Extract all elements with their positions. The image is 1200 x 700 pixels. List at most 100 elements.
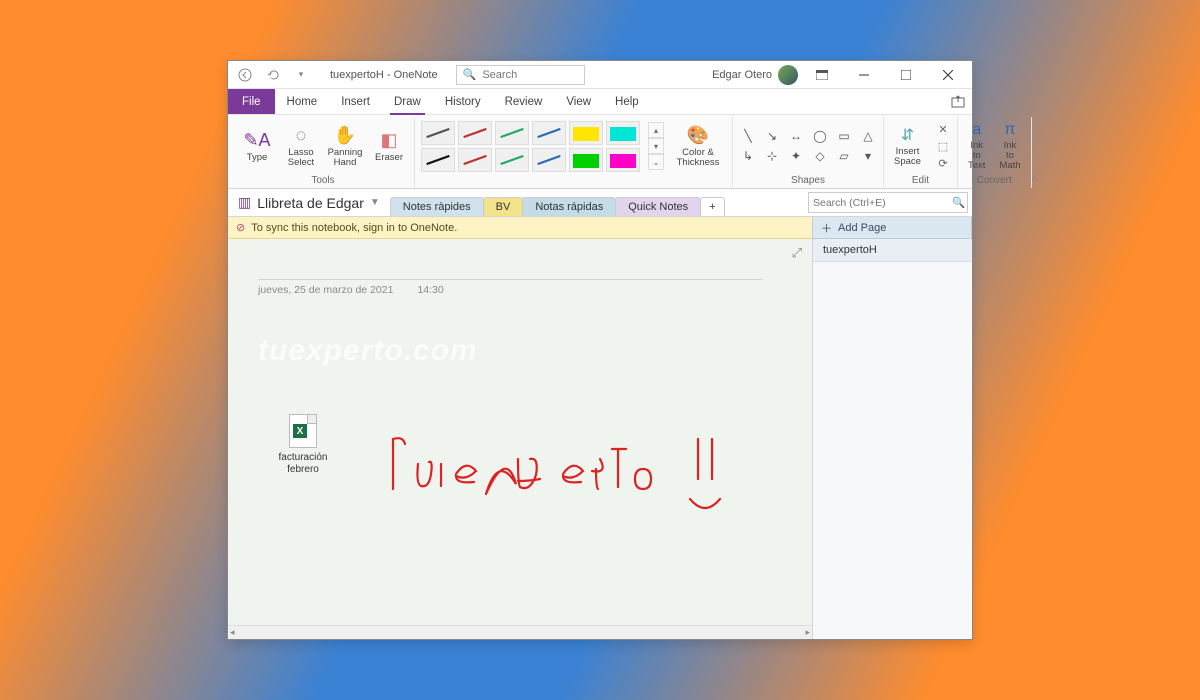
notebook-picker[interactable]: ▥ Llibreta de Edgar ▼: [228, 189, 390, 216]
ink-to-text-icon: a: [972, 121, 981, 139]
group-edit: ⇵ Insert Space ✕ ⬚ ⟳ Edit: [884, 117, 958, 188]
page-date: jueves, 25 de marzo de 2021: [258, 284, 393, 296]
note-canvas[interactable]: ⤢ jueves, 25 de marzo de 2021 14:30 tuex…: [228, 239, 812, 639]
title-search-box[interactable]: 🔍: [456, 65, 585, 85]
delete-button[interactable]: ✕: [935, 123, 951, 136]
section-tab-1[interactable]: BV: [483, 197, 524, 216]
ribbon-display-options[interactable]: [804, 61, 840, 89]
tab-insert[interactable]: Insert: [329, 89, 382, 114]
hand-icon: ✋: [334, 124, 356, 146]
fullscreen-icon[interactable]: ⤢: [792, 245, 802, 261]
watermark-text: tuexperto.com: [258, 334, 478, 368]
arrange-button[interactable]: ⬚: [935, 140, 951, 153]
group-shapes-label: Shapes: [791, 175, 825, 188]
page-time: 14:30: [417, 284, 443, 296]
shape-diamond[interactable]: ◇: [811, 148, 829, 164]
plus-icon: ＋: [821, 220, 832, 236]
rotate-button[interactable]: ⟳: [935, 157, 951, 170]
pen-black[interactable]: [421, 148, 455, 172]
pen-red[interactable]: [458, 121, 492, 145]
section-tab-0[interactable]: Notes ràpides: [390, 197, 484, 216]
share-button[interactable]: [944, 89, 972, 114]
pen-green[interactable]: [495, 121, 529, 145]
shape-line[interactable]: ╲: [739, 128, 757, 144]
excel-file-icon: [289, 414, 317, 448]
tab-home[interactable]: Home: [275, 89, 330, 114]
info-row: ⊘ To sync this notebook, sign in to OneN…: [228, 217, 972, 239]
tab-history[interactable]: History: [433, 89, 493, 114]
gallery-expand-icon: ⌄: [648, 154, 664, 170]
horizontal-scrollbar[interactable]: ◂ ▸: [228, 625, 812, 639]
shape-arrow[interactable]: ↘: [763, 128, 781, 144]
add-page-button[interactable]: ＋ Add Page: [812, 217, 972, 239]
onenote-window: ▾ tuexpertoH - OneNote 🔍 Edgar Otero Fil…: [227, 60, 973, 640]
ink-to-math-button[interactable]: π Ink to Math: [995, 121, 1024, 171]
file-attachment[interactable]: facturación febrero: [268, 414, 338, 475]
tab-review[interactable]: Review: [493, 89, 555, 114]
undo-icon: [266, 68, 280, 82]
eraser-button[interactable]: ◧ Eraser: [370, 127, 408, 165]
shape-axes-xy[interactable]: ↳: [739, 148, 757, 164]
highlighter-cyan[interactable]: [606, 121, 640, 145]
handwritten-ink: [378, 409, 798, 529]
shape-axes-2d[interactable]: ⊹: [763, 148, 781, 164]
share-icon: [951, 95, 965, 109]
section-tab-3[interactable]: Quick Notes: [615, 197, 701, 216]
page-list-item[interactable]: tuexpertoH: [813, 239, 972, 262]
close-icon: [943, 70, 953, 80]
section-tab-2[interactable]: Notas rápidas: [522, 197, 616, 216]
minimize-button[interactable]: [846, 61, 882, 89]
group-shapes: ╲ ↘ ↔ ◯ ▭ △ ↳ ⊹ ✦ ◇ ▱ ▾ Shapes: [733, 117, 884, 188]
title-search-input[interactable]: [482, 69, 578, 81]
highlighter-green[interactable]: [569, 148, 603, 172]
type-button[interactable]: ✎A Type: [238, 127, 276, 165]
shapes-gallery: ╲ ↘ ↔ ◯ ▭ △ ↳ ⊹ ✦ ◇ ▱ ▾: [739, 128, 877, 164]
pen-gallery: .pen-swatch::before{background:var(--c)}: [421, 121, 640, 172]
shape-triangle[interactable]: △: [859, 128, 877, 144]
lasso-select-button[interactable]: ◌ Lasso Select: [282, 122, 320, 170]
sync-info-bar[interactable]: ⊘ To sync this notebook, sign in to OneN…: [228, 217, 812, 239]
pages-panel: tuexpertoH: [812, 239, 972, 639]
search-icon: 🔍: [463, 68, 477, 81]
insert-space-button[interactable]: ⇵ Insert Space: [890, 125, 925, 167]
search-icon: 🔍: [952, 196, 965, 209]
tab-view[interactable]: View: [554, 89, 603, 114]
highlighter-yellow[interactable]: [569, 121, 603, 145]
tab-draw[interactable]: Draw: [382, 89, 433, 114]
pages-search-box[interactable]: 🔍: [808, 192, 968, 213]
title-bar: ▾ tuexpertoH - OneNote 🔍 Edgar Otero: [228, 61, 972, 89]
account-control[interactable]: Edgar Otero: [712, 65, 798, 85]
pen-gallery-more[interactable]: ▴ ▾ ⌄: [648, 122, 664, 170]
close-button[interactable]: [930, 61, 966, 89]
pen-blue-thick[interactable]: [532, 148, 566, 172]
notebook-name: Llibreta de Edgar: [257, 195, 364, 211]
tab-help[interactable]: Help: [603, 89, 651, 114]
pages-search-input[interactable]: [813, 197, 948, 209]
maximize-button[interactable]: [888, 61, 924, 89]
ink-to-text-button[interactable]: a Ink to Text: [964, 121, 989, 171]
collapse-ribbon-button[interactable]: ˄: [1032, 117, 1038, 188]
gallery-up-icon: ▴: [648, 122, 664, 138]
shape-axes-3d[interactable]: ✦: [787, 148, 805, 164]
tab-file[interactable]: File: [228, 89, 275, 114]
type-icon: ✎A: [246, 129, 268, 151]
pen-green-thick[interactable]: [495, 148, 529, 172]
highlighter-pink[interactable]: [606, 148, 640, 172]
shape-rect[interactable]: ▭: [835, 128, 853, 144]
shape-ellipse[interactable]: ◯: [811, 128, 829, 144]
pen-gray[interactable]: .pen-swatch::before{background:var(--c)}: [421, 121, 455, 145]
palette-icon: 🎨: [687, 124, 709, 146]
pen-red-thick[interactable]: [458, 148, 492, 172]
shape-double-arrow[interactable]: ↔: [787, 128, 805, 144]
qat-customize[interactable]: ▾: [290, 64, 312, 86]
pen-blue[interactable]: [532, 121, 566, 145]
shape-more[interactable]: ▾: [859, 148, 877, 164]
scroll-right-icon: ▸: [805, 627, 810, 638]
minimize-icon: [859, 70, 869, 80]
shape-parallelogram[interactable]: ▱: [835, 148, 853, 164]
undo-button[interactable]: [262, 64, 284, 86]
back-button[interactable]: [234, 64, 256, 86]
color-thickness-button[interactable]: 🎨 Color & Thickness: [670, 122, 726, 170]
add-section-button[interactable]: +: [700, 197, 724, 216]
panning-hand-button[interactable]: ✋ Panning Hand: [326, 122, 364, 170]
